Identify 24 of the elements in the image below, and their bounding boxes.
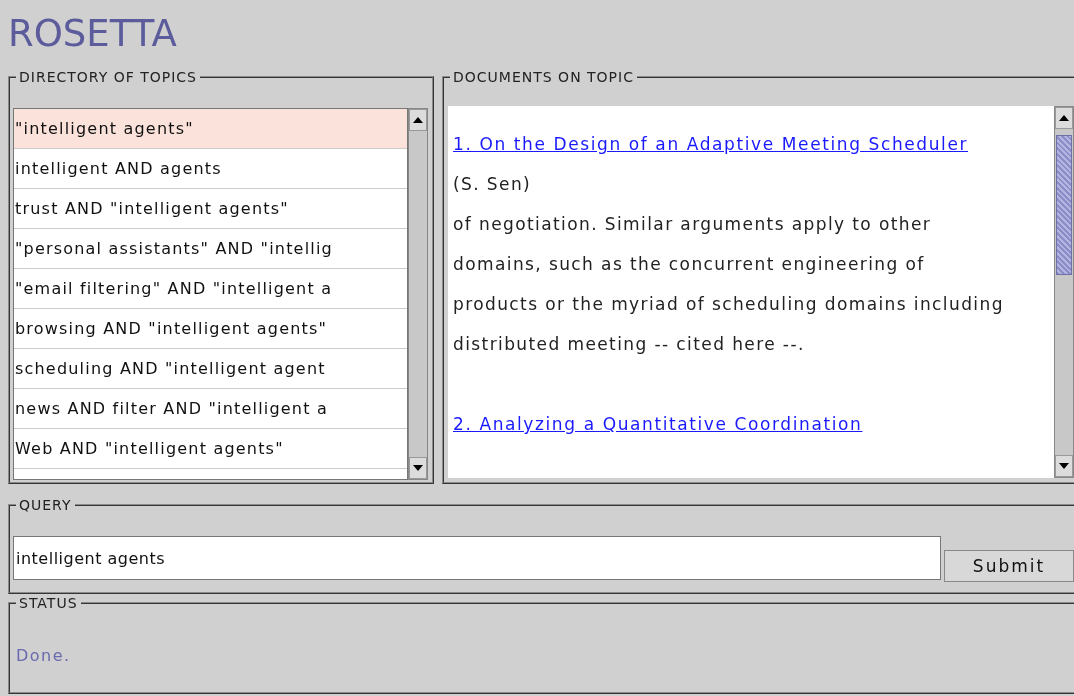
scrollbar[interactable] [408,108,428,480]
topic-item[interactable]: news AND filter AND "intelligent a [14,389,407,429]
topic-item[interactable]: browsing AND "intelligent agents" [14,309,407,349]
topic-item[interactable]: intelligent AND agents [14,149,407,189]
topic-item[interactable]: "intelligent agents" [14,109,407,149]
scroll-down-icon[interactable] [1055,455,1073,477]
topic-item[interactable]: trust AND "intelligent agents" [14,189,407,229]
document-link[interactable]: 2. Analyzing a Quantitative Coordination [453,404,863,444]
scroll-down-icon[interactable] [409,457,427,479]
topic-item[interactable]: "personal assistants" AND "intellig [14,229,407,269]
query-field[interactable]: intelligent agents [13,536,941,580]
topic-item[interactable]: Web AND "intelligent agents" [14,429,407,469]
document-link[interactable]: 1. On the Design of an Adaptive Meeting Scheduler [453,124,969,164]
topic-item[interactable]: scheduling AND "intelligent agent [14,349,407,389]
topic-item[interactable]: "email filtering" AND "intelligent a [14,269,407,309]
scroll-up-icon[interactable] [409,109,427,131]
document-excerpt: of negotiation. Similar arguments apply to other domains, such as the concurrent engineering of products or the myriad of scheduling domains including distributed meeting -- cited here --. [453,213,1005,356]
scrollbar[interactable] [1054,106,1074,478]
document-authors: (S. Sen) [453,173,533,196]
status-text: Done. [16,646,71,665]
app-title: ROSETTA [8,12,177,56]
submit-button[interactable]: Submit [944,550,1074,582]
scroll-up-icon[interactable] [1055,107,1073,129]
scroll-thumb[interactable] [1056,135,1072,275]
